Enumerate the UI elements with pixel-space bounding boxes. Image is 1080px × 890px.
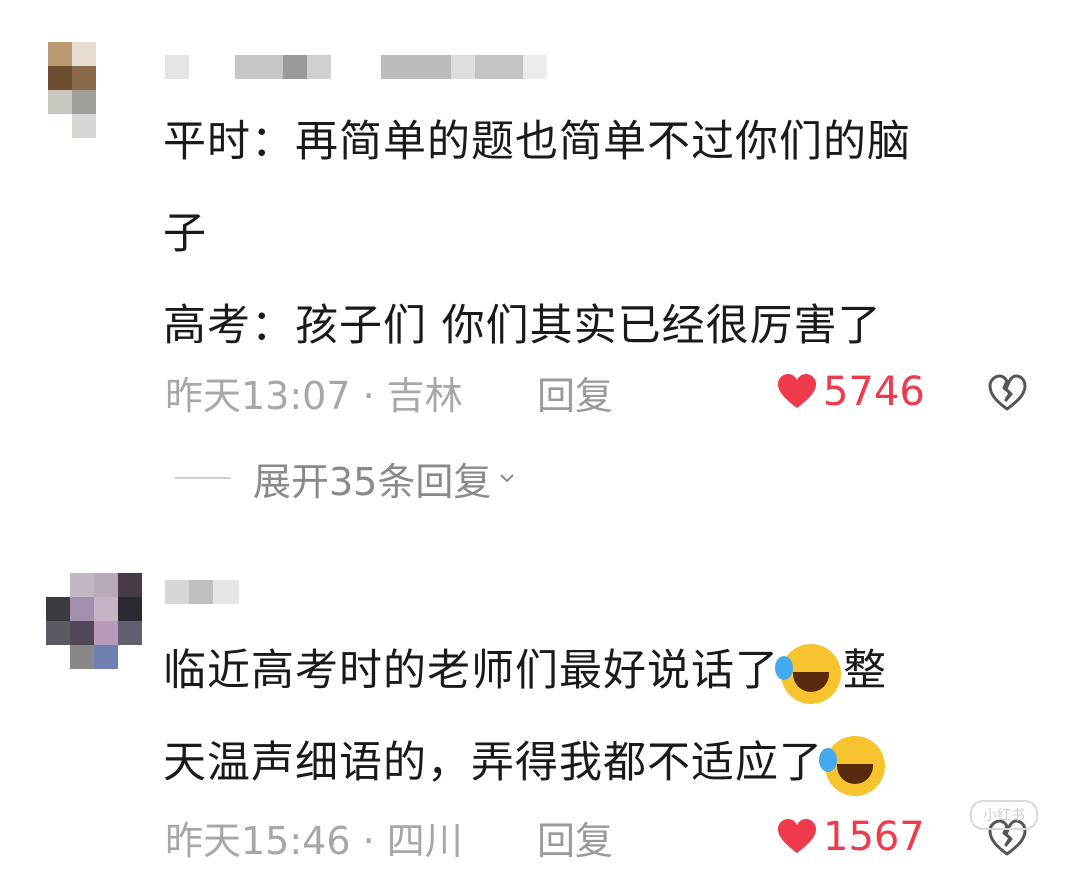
watermark-logo: 小红书	[970, 800, 1038, 830]
rofl-emoji-icon	[775, 643, 841, 704]
like-button[interactable]: 5746	[777, 369, 925, 415]
like-count: 1567	[823, 814, 925, 860]
comment-meta: 昨天15:46 · 四川 回复 1567	[165, 810, 1045, 865]
like-count: 5746	[823, 369, 925, 415]
like-button[interactable]: 1567	[777, 814, 925, 860]
comment-line: 高考：孩子们 你们其实已经很厉害了	[163, 301, 882, 351]
reply-button[interactable]: 回复	[537, 810, 613, 865]
chevron-down-icon	[500, 474, 515, 483]
comment-line: 平时：再简单的题也简单不过你们的脑	[163, 117, 911, 167]
heart-filled-icon	[778, 374, 816, 408]
heart-filled-icon	[778, 819, 816, 853]
divider	[175, 477, 231, 479]
time-location: 昨天13:07 · 吉林	[165, 373, 463, 418]
comment-text: 平时：再简单的题也简单不过你们的脑 子 高考：孩子们 你们其实已经很厉害了	[163, 96, 1043, 372]
comment-line: 临近高考时的老师们最好说话了整	[163, 625, 1043, 717]
comment-meta: 昨天13:07 · 吉林 回复 5746	[165, 365, 1045, 420]
comment-line: 天温声细语的，弄得我都不适应了	[163, 717, 1043, 809]
rofl-emoji-icon	[819, 735, 885, 796]
avatar[interactable]	[48, 42, 120, 138]
expand-replies-label: 展开35条回复	[253, 459, 492, 504]
username-blurred[interactable]	[165, 42, 547, 92]
comment-line: 子	[163, 209, 207, 259]
username-blurred[interactable]	[165, 567, 239, 617]
reply-button[interactable]: 回复	[537, 365, 613, 420]
avatar[interactable]	[46, 573, 142, 669]
expand-replies-button[interactable]: 展开35条回复	[175, 453, 515, 504]
comment-text: 临近高考时的老师们最好说话了整 天温声细语的，弄得我都不适应了	[163, 625, 1043, 809]
heart-broken-icon[interactable]	[987, 373, 1027, 413]
time-location: 昨天15:46 · 四川	[165, 818, 463, 863]
